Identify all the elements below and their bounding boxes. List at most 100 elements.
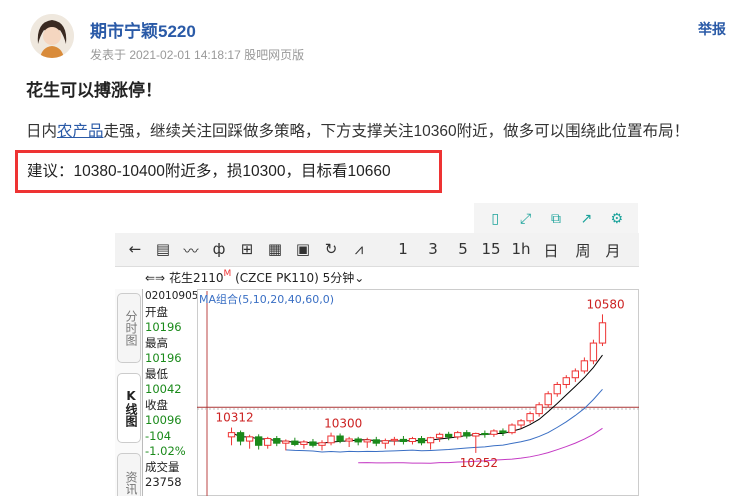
- trading-app-screenshot: ← ▤ 〰 ф ⊞ ▦ ▣ ↻ ⩘ 1 3 5 15 1h 日周月 ⇐⇒ 花生2110M (CZCE PK1…: [115, 233, 639, 496]
- phone-icon[interactable]: ▯: [485, 210, 505, 227]
- candle-body: [264, 438, 272, 446]
- info-value: 10042: [145, 382, 182, 396]
- share-icon[interactable]: ↗: [576, 210, 596, 227]
- info-label: 最高: [145, 335, 168, 350]
- candle-body: [435, 433, 444, 439]
- candle-body: [300, 441, 308, 445]
- symbol-bar[interactable]: ⇐⇒ 花生2110M (CZCE PK110) 5分钟⌄: [145, 269, 364, 289]
- candle-body: [255, 436, 263, 446]
- period-day[interactable]: 日: [539, 240, 563, 261]
- layout-icon[interactable]: ▦: [263, 240, 287, 258]
- info-value: 10196: [145, 351, 182, 365]
- expand-icon[interactable]: ⤢: [516, 210, 536, 227]
- post-body-prefix: 日内: [26, 123, 58, 140]
- candle-body: [282, 440, 290, 444]
- author-name[interactable]: 期市宁颖5220: [90, 17, 196, 42]
- save-icon[interactable]: ▣: [291, 240, 315, 258]
- candle-body: [472, 432, 480, 437]
- post-body-link[interactable]: 农产品: [57, 123, 104, 140]
- period-month[interactable]: 月: [601, 240, 625, 261]
- candle-body: [236, 432, 245, 442]
- report-button[interactable]: 举报: [698, 19, 726, 39]
- candle-body: [390, 438, 399, 442]
- avatar[interactable]: [30, 14, 74, 58]
- candle-body: [227, 432, 236, 438]
- tick-icon[interactable]: ⊞: [235, 240, 259, 258]
- info-change-pct: -1.02%: [145, 444, 186, 458]
- quote-list-icon[interactable]: ▤: [151, 240, 175, 258]
- period-1[interactable]: 1: [391, 240, 415, 258]
- candle-body: [309, 441, 317, 446]
- ma-label: MA组合(5,10,20,40,60,0): [199, 293, 335, 306]
- candle-body: [445, 433, 453, 438]
- info-volume-label: 成交量: [145, 459, 180, 474]
- candle-body: [517, 420, 525, 426]
- period-1h[interactable]: 1h: [509, 240, 533, 258]
- link-icon: ⇐⇒: [145, 271, 169, 285]
- period-3[interactable]: 3: [421, 240, 445, 258]
- candle-body: [273, 438, 281, 444]
- candle-body: [399, 438, 408, 443]
- info-change: -104: [145, 428, 172, 443]
- symbol-flag: M: [223, 269, 232, 279]
- tab-kline[interactable]: K线图: [117, 373, 141, 443]
- price-annotation: 10300: [324, 416, 362, 430]
- candle-body: [408, 438, 417, 443]
- period-15[interactable]: 15: [479, 240, 503, 258]
- candle-body: [291, 440, 299, 445]
- price-annotation: 10580: [586, 297, 624, 311]
- period-label[interactable]: 5分钟: [323, 271, 355, 285]
- copy-icon[interactable]: ⧉: [546, 210, 566, 227]
- post-body: 日内农产品走强，继续关注回踩做多策略，下方支撑关注10360附近，做多可以围绕此…: [26, 119, 689, 141]
- tab-timeshare[interactable]: 分时图: [117, 293, 141, 363]
- info-label: 收盘: [145, 397, 168, 412]
- candle-body: [571, 370, 579, 379]
- advice-text: 建议：10380-10400附近多，损10300，目标看10660: [27, 163, 391, 180]
- period-5[interactable]: 5: [451, 240, 475, 258]
- back-icon[interactable]: ←: [123, 240, 147, 258]
- candle-body: [336, 435, 344, 442]
- candle-body: [327, 435, 335, 444]
- indicator-icon[interactable]: ⩘: [347, 240, 371, 258]
- candle-body: [589, 342, 598, 362]
- chevron-down-icon[interactable]: ⌄: [354, 271, 364, 285]
- settings-icon[interactable]: ⚙: [607, 210, 627, 227]
- symbol-code: (CZCE PK110): [235, 271, 319, 285]
- period-week[interactable]: 周: [571, 240, 595, 261]
- line-chart-icon[interactable]: 〰: [179, 240, 203, 261]
- candle-body: [363, 439, 371, 443]
- side-tabs: 分时图 K线图 资讯: [115, 289, 143, 496]
- candle-body: [499, 430, 507, 434]
- candle-body: [354, 438, 362, 443]
- candle-body: [372, 439, 380, 444]
- kline-chart[interactable]: 10580 10312 10300 10252: [197, 289, 639, 496]
- candle-body: [508, 424, 516, 434]
- image-toolbar: ▯ ⤢ ⧉ ↗ ⚙: [474, 203, 638, 233]
- candle-body: [381, 440, 390, 444]
- price-annotation: 10312: [216, 411, 254, 425]
- info-volume: 23758: [145, 475, 182, 489]
- tab-news[interactable]: 资讯: [117, 453, 141, 496]
- candle-body: [544, 393, 552, 406]
- candle-body: [426, 437, 435, 444]
- app-toolbar: ← ▤ 〰 ф ⊞ ▦ ▣ ↻ ⩘ 1 3 5 15 1h 日周月: [115, 233, 639, 267]
- post-body-suffix: 走强，继续关注回踩做多策略，下方支撑关注10360附近，做多可以围绕此位置布局！: [103, 123, 690, 140]
- refresh-icon[interactable]: ↻: [319, 240, 343, 258]
- candle-body: [535, 404, 543, 415]
- post-meta: 发表于 2021-02-01 14:18:17 股吧网页版: [90, 48, 305, 62]
- candle-body: [463, 432, 471, 437]
- candle-body: [417, 438, 426, 444]
- post-title: 花生可以搏涨停！: [26, 81, 162, 100]
- chart-frame: [197, 289, 639, 496]
- info-label: 开盘: [145, 304, 168, 319]
- candle-body: [526, 413, 534, 422]
- kline-icon[interactable]: ф: [207, 240, 231, 258]
- candle-body: [598, 322, 607, 344]
- candle-body: [454, 432, 462, 438]
- info-value: 10096: [145, 413, 182, 427]
- info-value: 10196: [145, 320, 182, 334]
- symbol-name: 花生2110: [168, 271, 224, 285]
- candle-body: [490, 430, 498, 435]
- candle-body: [245, 436, 254, 442]
- info-panel: 02010905 开盘 10196 最高 10196 最低 10042 收盘 1…: [145, 289, 198, 496]
